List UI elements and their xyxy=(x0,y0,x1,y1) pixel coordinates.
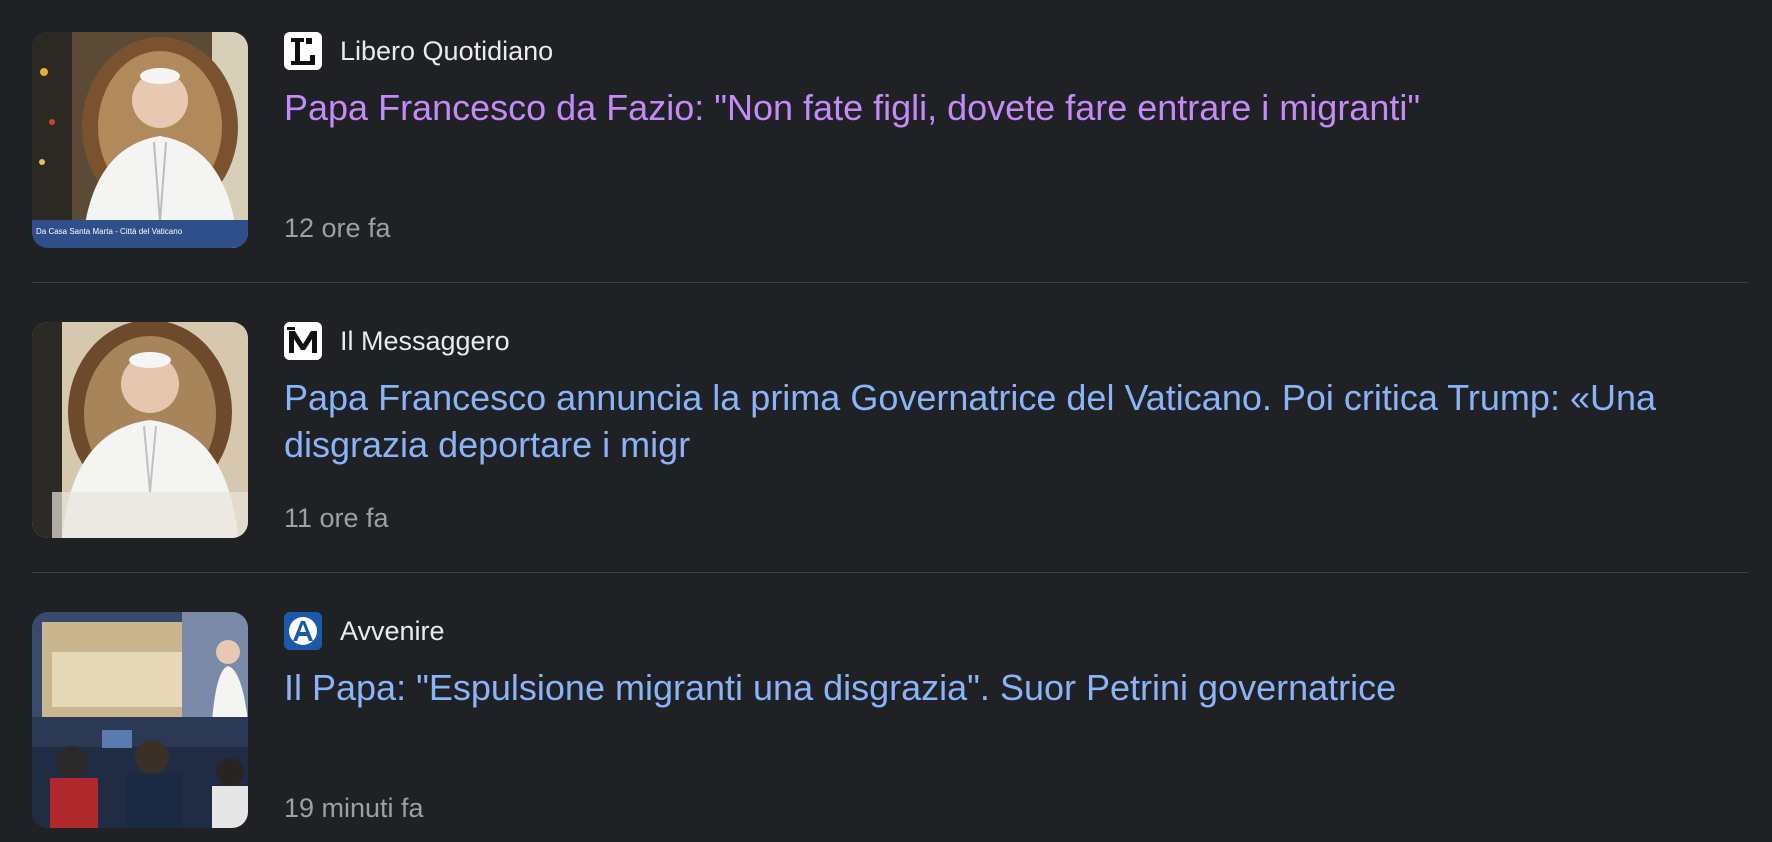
source-name: Il Messaggero xyxy=(340,326,510,356)
source-name: Libero Quotidiano xyxy=(340,36,554,66)
publish-time: 12 ore fa xyxy=(284,213,391,243)
article-headline-link[interactable]: Il Papa: "Espulsione migranti una disgra… xyxy=(284,664,1748,711)
article-headline-link[interactable]: Papa Francesco annuncia la prima Governa… xyxy=(284,374,1748,468)
studio-audience-image xyxy=(32,612,248,828)
publish-time: 19 minuti fa xyxy=(284,793,424,823)
news-article-1[interactable]: Da Casa Santa Marta - Città del Vaticano… xyxy=(32,32,1748,248)
messaggero-logo-icon xyxy=(284,322,322,360)
source-row: Il Messaggero xyxy=(284,322,510,360)
news-article-2[interactable]: Il Messaggero Papa Francesco annuncia la… xyxy=(32,322,1748,538)
news-results-list: Da Casa Santa Marta - Città del Vaticano… xyxy=(0,0,1772,842)
pope-at-fazio-image xyxy=(32,32,248,248)
publish-time: 11 ore fa xyxy=(284,503,389,533)
source-row: Avvenire xyxy=(284,612,445,650)
divider xyxy=(32,572,1748,573)
article-headline-link[interactable]: Papa Francesco da Fazio: "Non fate figli… xyxy=(284,84,1748,131)
avvenire-logo-icon xyxy=(284,612,322,650)
divider xyxy=(32,282,1748,283)
article-thumbnail[interactable] xyxy=(32,322,248,538)
article-thumbnail[interactable]: Da Casa Santa Marta - Città del Vaticano xyxy=(32,32,248,248)
libero-logo-icon xyxy=(284,32,322,70)
source-row: Libero Quotidiano xyxy=(284,32,553,70)
pope-interview-image xyxy=(32,322,248,538)
article-thumbnail[interactable] xyxy=(32,612,248,828)
source-name: Avvenire xyxy=(340,616,445,646)
thumbnail-caption: Da Casa Santa Marta - Città del Vaticano xyxy=(36,227,183,236)
news-article-3[interactable]: Avvenire Il Papa: "Espulsione migranti u… xyxy=(32,612,1748,828)
